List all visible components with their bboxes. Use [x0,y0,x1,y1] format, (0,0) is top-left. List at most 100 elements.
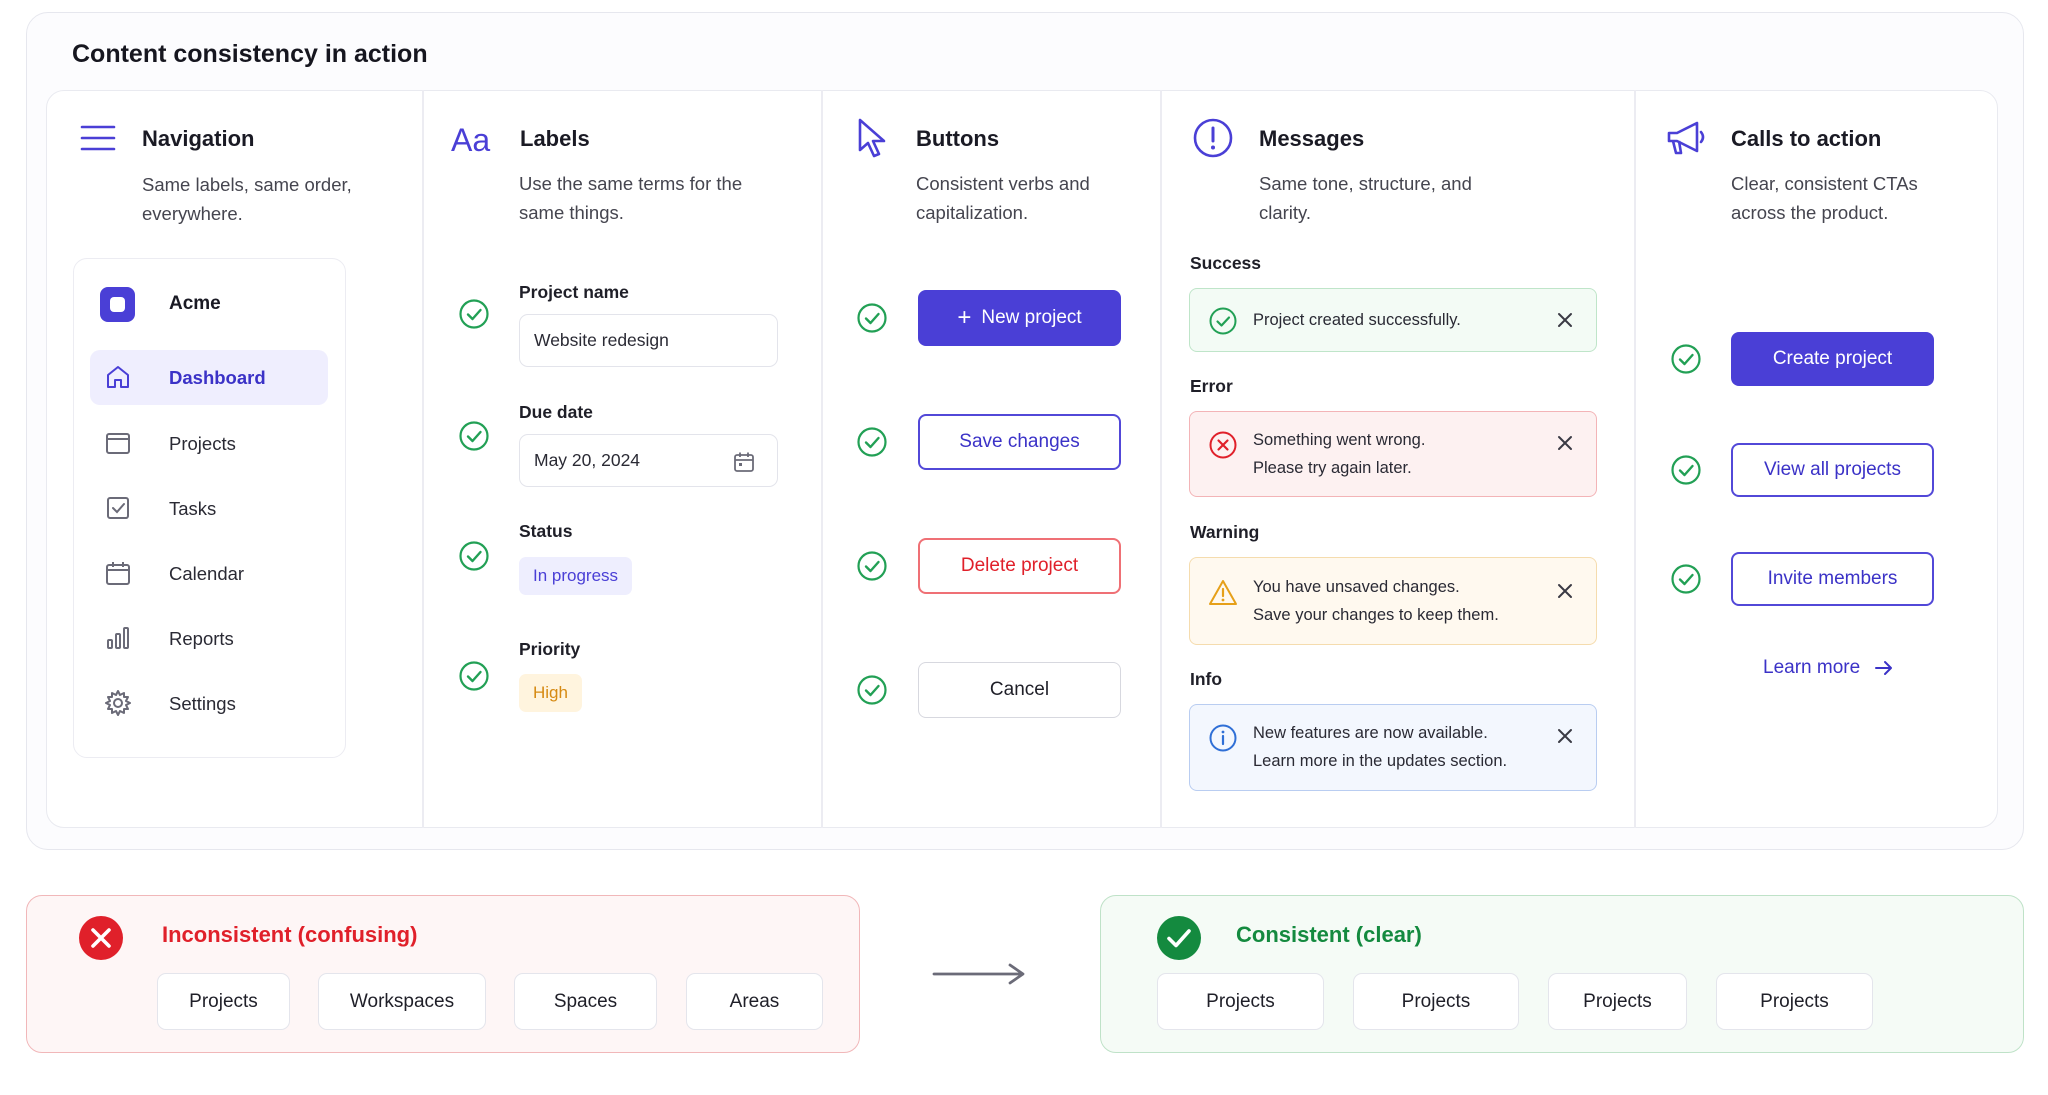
calendar-icon[interactable] [733,451,755,473]
sidebar-item-dashboard[interactable]: Dashboard [90,350,328,405]
section-divider [821,90,823,828]
arrow-right-icon [932,963,1025,985]
typography-icon: Aa [450,116,498,160]
section-divider [1634,90,1636,828]
labels-title: Labels [520,126,590,151]
labels-subtitle: Use the same terms for the same things. [519,173,743,223]
check-circle-icon [857,303,887,333]
inconsistent-chip: Workspaces [318,973,486,1030]
new-project-button[interactable]: + New project [918,290,1121,346]
folder-icon [104,429,132,457]
save-changes-button[interactable]: Save changes [918,414,1121,470]
due-date-field[interactable]: May 20, 2024 [519,434,778,487]
sidebar-item-tasks[interactable]: Tasks [90,481,328,536]
close-icon[interactable] [1556,311,1574,329]
project-name-label: Project name [519,282,629,302]
megaphone-icon [1664,116,1708,160]
checkbox-icon [104,494,132,522]
acme-logo [100,287,135,322]
learn-more-label: Learn more [1763,657,1861,678]
sidebar-item-settings[interactable]: Settings [90,676,328,731]
warning-line-1: You have unsaved changes. [1253,578,1460,596]
info-line-2: Learn more in the updates section. [1253,752,1508,770]
inconsistent-chip: Areas [686,973,823,1030]
close-icon[interactable] [1556,434,1574,452]
inconsistent-chip: Projects [157,973,290,1030]
sidebar-item-label: Settings [169,692,236,714]
error-line-1: Something went wrong. [1253,431,1426,449]
inconsistent-chip: Spaces [514,973,657,1030]
buttons-title: Buttons [916,126,1000,151]
sidebar-item-label: Calendar [169,562,245,584]
gear-icon [104,689,132,717]
sidebar-item-reports[interactable]: Reports [90,611,328,666]
check-circle-icon [459,541,489,571]
priority-label: Priority [519,639,581,659]
delete-project-button[interactable]: Delete project [918,538,1121,594]
info-toast: New features are now available. Learn mo… [1189,704,1597,791]
new-project-label: New project [981,307,1082,328]
close-icon[interactable] [1556,727,1574,745]
invite-members-button[interactable]: Invite members [1731,552,1934,606]
warning-line-2: Save your changes to keep them. [1253,606,1499,624]
sidebar-item-label: Dashboard [169,366,266,388]
close-icon[interactable] [1556,582,1574,600]
cursor-icon [850,116,894,160]
cta-title: Calls to action [1731,126,1882,151]
create-project-button[interactable]: Create project [1731,332,1934,386]
alert-icon [1191,116,1235,160]
page-title: Content consistency in action [72,40,428,68]
error-label: Error [1190,376,1233,396]
sidebar-item-label: Reports [169,627,234,649]
navigation-title: Navigation [142,126,255,151]
learn-more-link[interactable]: Learn more [1763,657,1894,679]
sidebar-item-label: Tasks [169,497,217,519]
plus-icon: + [957,304,972,331]
messages-title: Messages [1259,126,1365,151]
due-date-label: Due date [519,402,593,422]
sidebar-item-label: Projects [169,432,236,454]
bar-chart-icon [104,624,132,652]
info-circle-icon [1209,724,1237,752]
cancel-button[interactable]: Cancel [918,662,1121,718]
info-line-1: New features are now available. [1253,724,1488,742]
menu-icon [76,116,120,160]
calendar-icon [104,559,132,587]
check-circle-icon [1671,455,1701,485]
error-line-2: Please try again later. [1253,459,1412,477]
arrow-right-icon [1875,661,1893,675]
success-text: Project created successfully. [1253,311,1461,329]
due-date-value: May 20, 2024 [534,450,641,470]
sidebar-item-calendar[interactable]: Calendar [90,546,328,601]
warning-toast: You have unsaved changes. Save your chan… [1189,557,1597,645]
status-badge: In progress [519,557,633,595]
sidebar-item-projects[interactable]: Projects [90,416,328,471]
check-circle-icon [459,421,489,451]
consistent-chip: Projects [1548,973,1687,1030]
home-icon [104,363,132,391]
messages-subtitle: Same tone, structure, and clarity. [1259,173,1472,223]
consistent-title: Consistent (clear) [1236,922,1422,947]
section-divider [422,90,424,828]
success-toast: Project created successfully. [1189,288,1597,352]
info-label: Info [1190,669,1223,689]
consistent-chip: Projects [1716,973,1873,1030]
warning-label: Warning [1190,522,1260,542]
check-circle-icon [857,675,887,705]
warning-triangle-icon [1209,580,1237,605]
success-label: Success [1190,253,1262,273]
check-circle-icon [857,427,887,457]
check-circle-icon [1209,307,1237,335]
consistent-chip: Projects [1353,973,1519,1030]
view-all-projects-button[interactable]: View all projects [1731,443,1934,497]
check-circle-icon [459,299,489,329]
project-name-field[interactable]: Website redesign [519,314,778,367]
status-label: Status [519,521,573,541]
error-toast: Something went wrong. Please try again l… [1189,411,1597,497]
section-divider [1160,90,1162,828]
inconsistent-title: Inconsistent (confusing) [162,922,418,947]
check-circle-icon [459,661,489,691]
check-circle-icon [1671,564,1701,594]
brand-name: Acme [169,293,221,314]
success-check-icon [1157,916,1201,960]
